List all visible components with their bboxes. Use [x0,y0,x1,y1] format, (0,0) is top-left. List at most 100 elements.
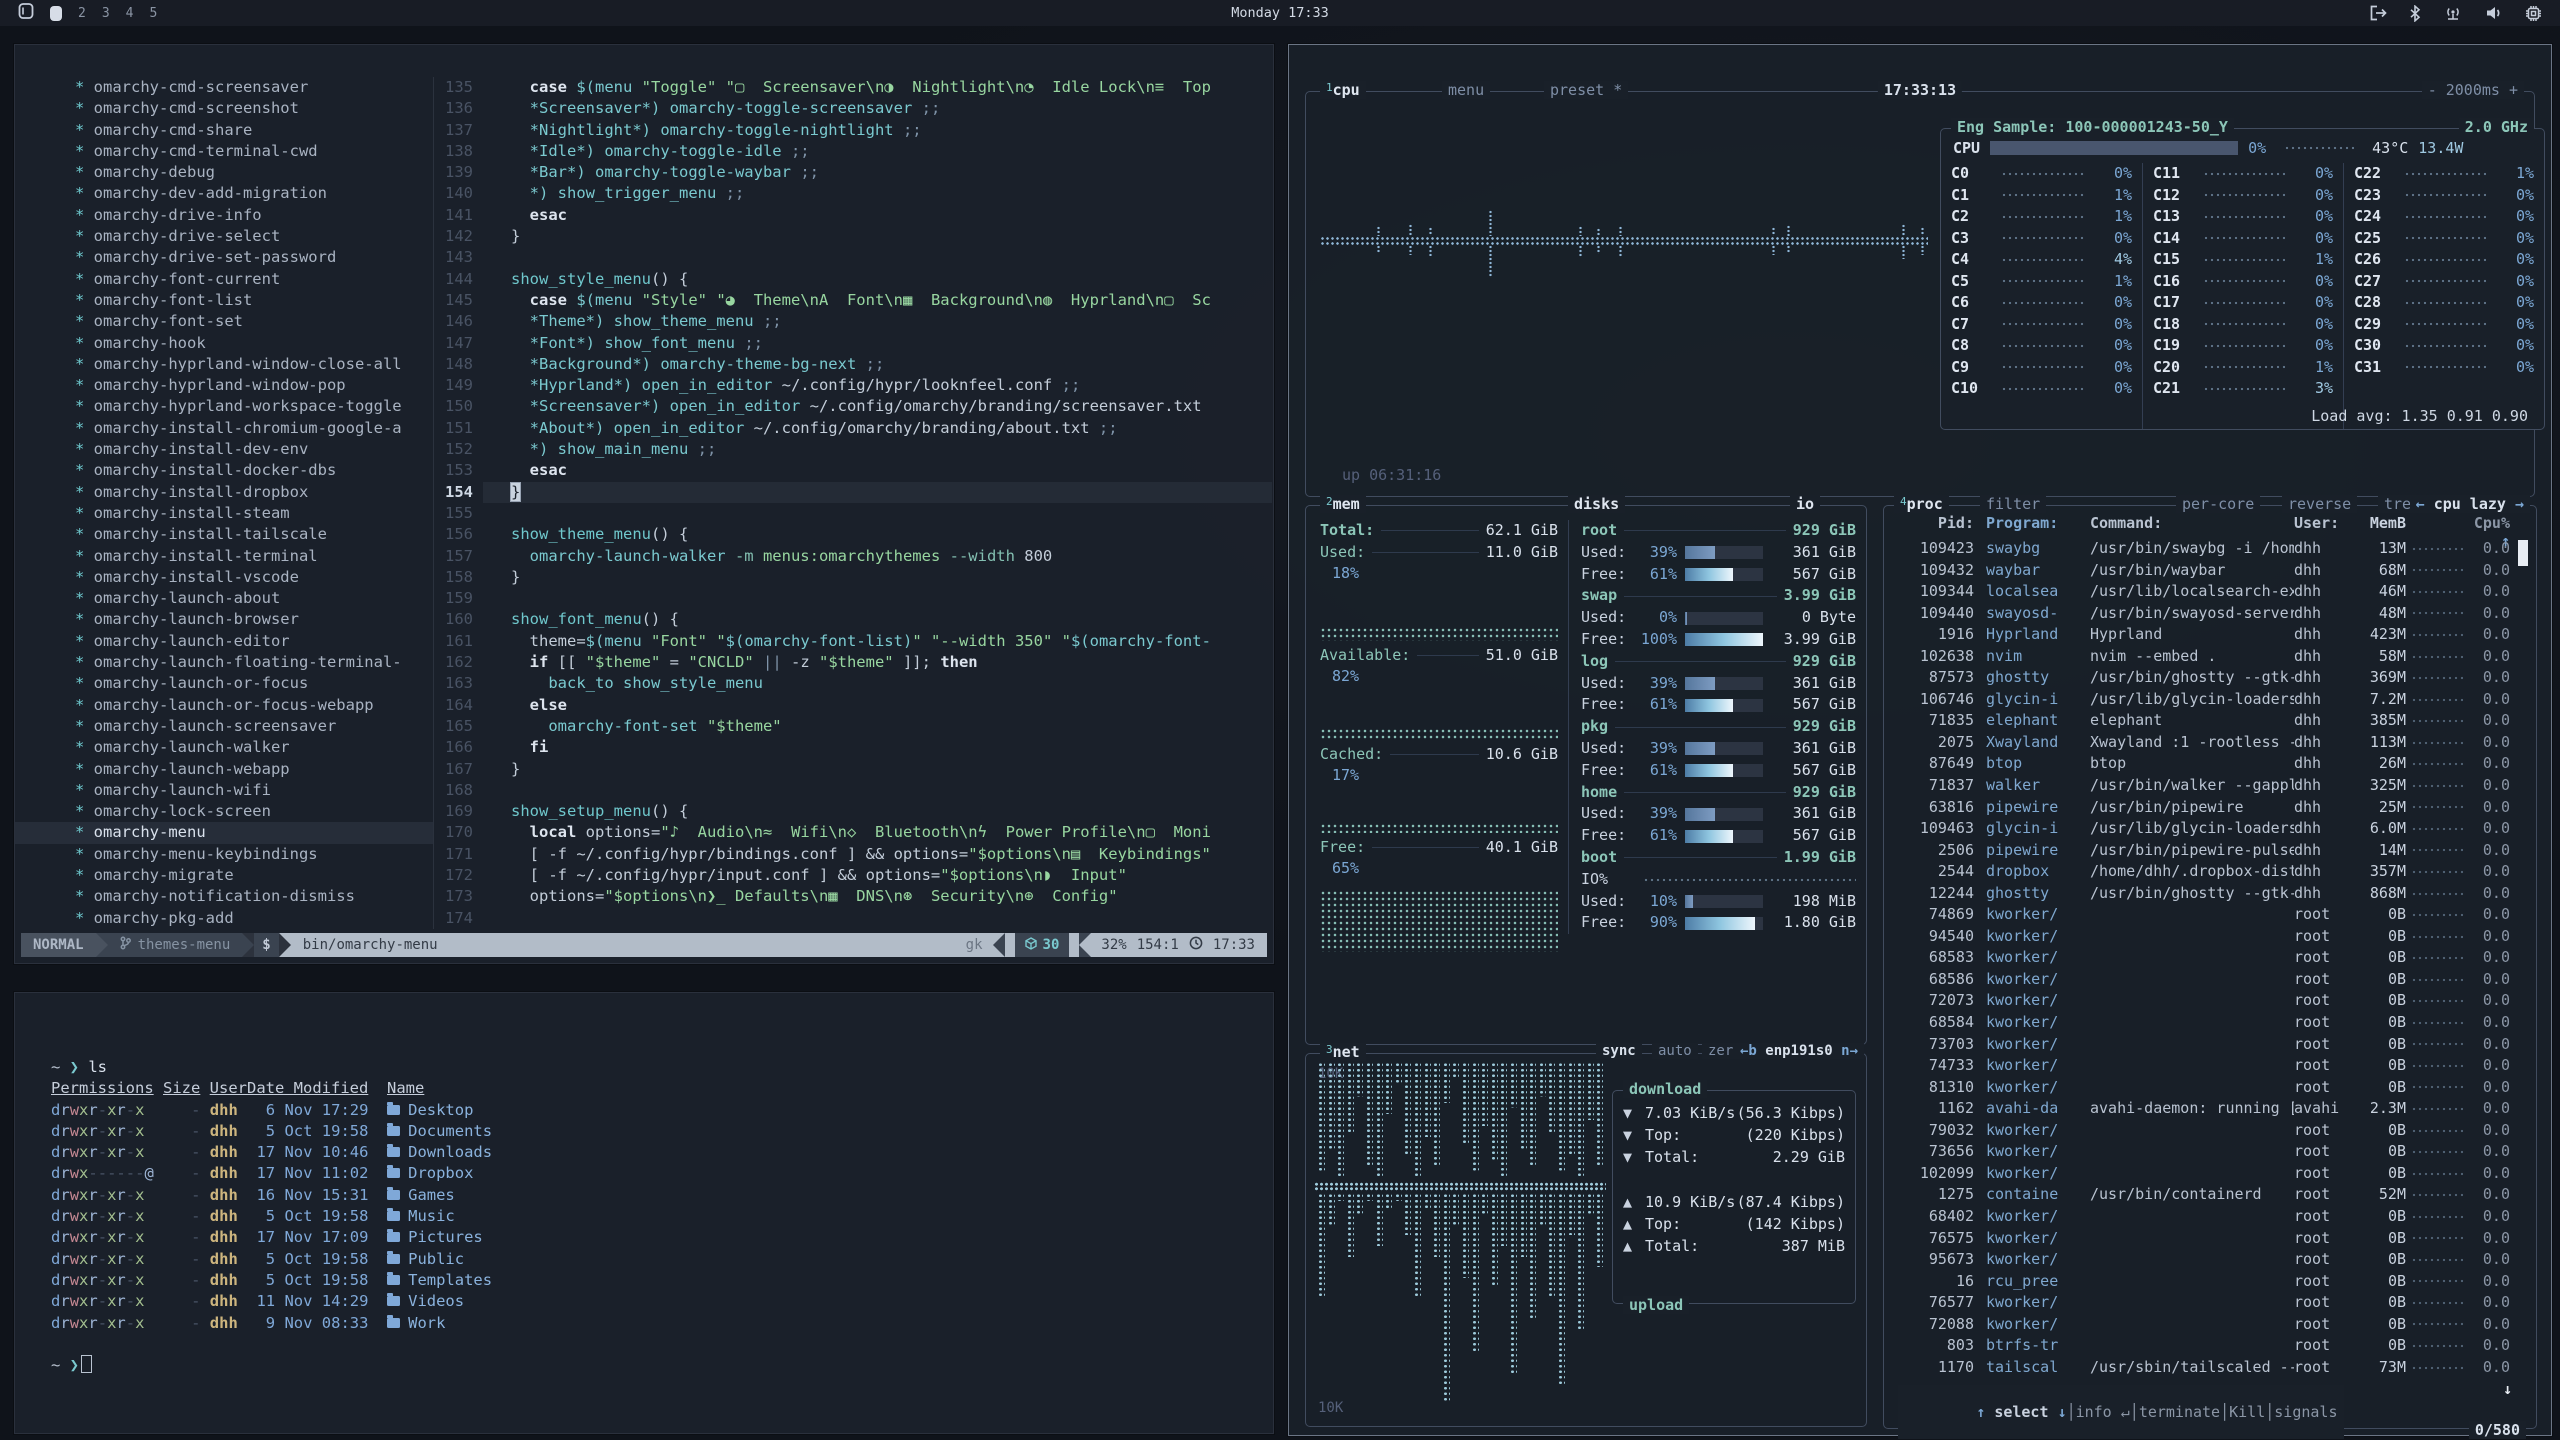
file-item[interactable]: * omarchy-launch-webapp [15,759,433,780]
workspace-button-4[interactable]: 4 [126,6,134,21]
file-item[interactable]: * omarchy-install-tailscale [15,524,433,545]
file-item[interactable]: * omarchy-dev-add-migration [15,183,433,204]
proc-terminate-button[interactable]: terminate [2139,1403,2220,1421]
update-interval-control[interactable]: - 2000ms + [2422,81,2524,99]
tab-cpu[interactable]: 1cpu [1320,81,1366,99]
tab-io[interactable]: io [1790,495,1820,513]
process-row[interactable]: 81310kworker/root0B0.0 [1894,1077,2510,1099]
bluetooth-icon[interactable] [2409,5,2421,22]
file-item[interactable]: * omarchy-install-steam [15,503,433,524]
proc-sort-selector[interactable]: ← cpu lazy → [2410,495,2530,513]
process-row[interactable]: 95673kworker/root0B0.0 [1894,1249,2510,1271]
proc-kill-button[interactable]: Kill [2229,1403,2265,1421]
process-row[interactable]: 109440swayosd-/usr/bin/swayosd-serverdhh… [1894,603,2510,625]
file-item[interactable]: * omarchy-install-docker-dbs [15,460,433,481]
volume-icon[interactable] [2485,5,2503,21]
process-row[interactable]: 73656kworker/root0B0.0 [1894,1141,2510,1163]
process-row[interactable]: 63816pipewire/usr/bin/pipewiredhh25M0.0 [1894,797,2510,819]
process-row[interactable]: 76577kworker/root0B0.0 [1894,1292,2510,1314]
file-item[interactable]: * omarchy-font-set [15,311,433,332]
tab-mem[interactable]: 2mem [1320,495,1366,513]
file-item[interactable]: * omarchy-cmd-terminal-cwd [15,141,433,162]
process-row[interactable]: 2544dropbox/home/dhh/.dropbox-distdhh357… [1894,861,2510,883]
process-row[interactable]: 87649btopbtopdhh26M0.0 [1894,753,2510,775]
file-item[interactable]: * omarchy-cmd-share [15,120,433,141]
file-item[interactable]: * omarchy-launch-or-focus [15,673,433,694]
file-item[interactable]: * omarchy-install-chromium-google-a [15,418,433,439]
process-row[interactable]: 87573ghostty/usr/bin/ghostty --gtk-dhh36… [1894,667,2510,689]
process-row[interactable]: 68402kworker/root0B0.0 [1894,1206,2510,1228]
process-row[interactable]: 71837walker/usr/bin/walker --gappldhh325… [1894,775,2510,797]
process-row[interactable]: 79032kworker/root0B0.0 [1894,1120,2510,1142]
file-item[interactable]: * omarchy-font-current [15,269,433,290]
process-row[interactable]: 2506pipewire/usr/bin/pipewire-pulsedhh14… [1894,840,2510,862]
file-item[interactable]: * omarchy-cmd-screensaver [15,77,433,98]
file-item[interactable]: * omarchy-launch-or-focus-webapp [15,695,433,716]
process-scrollbar[interactable] [2518,540,2528,1398]
process-row[interactable]: 74733kworker/root0B0.0 [1894,1055,2510,1077]
workspace-button-3[interactable]: 3 [102,6,110,21]
process-row[interactable]: 109432waybar/usr/bin/waybardhh68M0.0 [1894,560,2510,582]
file-item[interactable]: * omarchy-drive-info [15,205,433,226]
process-row[interactable]: 803btrfs-trroot0B0.0 [1894,1335,2510,1357]
file-item[interactable]: * omarchy-launch-screensaver [15,716,433,737]
file-item[interactable]: * omarchy-drive-select [15,226,433,247]
tab-net[interactable]: 3net [1320,1043,1366,1061]
file-item[interactable]: * omarchy-launch-walker [15,737,433,758]
file-item[interactable]: * omarchy-menu-keybindings [15,844,433,865]
process-row[interactable]: 102099kworker/root0B0.0 [1894,1163,2510,1185]
file-item[interactable]: * omarchy-launch-browser [15,609,433,630]
process-row[interactable]: 72088kworker/root0B0.0 [1894,1314,2510,1336]
file-item[interactable]: * omarchy-pkg-add [15,908,433,929]
tab-proc[interactable]: 4proc [1894,495,1949,513]
process-row[interactable]: 12244ghostty/usr/bin/ghostty --gtk-dhh86… [1894,883,2510,905]
net-auto-toggle[interactable]: auto [1652,1043,1698,1059]
process-row[interactable]: 76575kworker/root0B0.0 [1894,1228,2510,1250]
net-interface-switcher[interactable]: ←b enp191s0 n→ [1734,1043,1864,1059]
proc-info-button[interactable]: info [2076,1403,2112,1421]
file-item[interactable]: * omarchy-launch-floating-terminal- [15,652,433,673]
process-row[interactable]: 72073kworker/root0B0.0 [1894,990,2510,1012]
process-row[interactable]: 68583kworker/root0B0.0 [1894,947,2510,969]
file-item[interactable]: * omarchy-install-vscode [15,567,433,588]
file-item[interactable]: * omarchy-install-dropbox [15,482,433,503]
process-row[interactable]: 109423swaybg/usr/bin/swaybg -i /homdhh13… [1894,538,2510,560]
file-item[interactable]: * omarchy-lock-screen [15,801,433,822]
tab-disks[interactable]: disks [1568,495,1625,513]
workspace-button-2[interactable]: 2 [78,6,86,21]
process-row[interactable]: 74869kworker/root0B0.0 [1894,904,2510,926]
process-row[interactable]: 94540kworker/root0B0.0 [1894,926,2510,948]
process-row[interactable]: 109344localsea/usr/lib/localsearch-exdhh… [1894,581,2510,603]
terminal-window[interactable]: ~ ❯ lsPermissions Size UserDate Modified… [14,992,1274,1434]
network-icon[interactable] [2443,5,2463,21]
file-item[interactable]: * omarchy-hyprland-window-close-all [15,354,433,375]
process-row[interactable]: 68584kworker/root0B0.0 [1894,1012,2510,1034]
process-row[interactable]: 1170tailscal/usr/sbin/tailscaled --root7… [1894,1357,2510,1379]
file-item[interactable]: * omarchy-hyprland-window-pop [15,375,433,396]
process-row[interactable]: 68586kworker/root0B0.0 [1894,969,2510,991]
proc-reverse-toggle[interactable]: reverse [2282,495,2357,513]
process-row[interactable]: 16rcu_preeroot0B0.0 [1894,1271,2510,1293]
btop-menu-button[interactable]: menu [1442,81,1490,99]
file-item[interactable]: * omarchy-hook [15,333,433,354]
process-row[interactable]: 73703kworker/root0B0.0 [1894,1034,2510,1056]
file-item[interactable]: * omarchy-debug [15,162,433,183]
file-item[interactable]: * omarchy-launch-wifi [15,780,433,801]
proc-signals-button[interactable]: signals [2274,1403,2337,1421]
workspace-2-active-icon[interactable] [50,6,62,21]
file-item[interactable]: * omarchy-font-list [15,290,433,311]
logout-icon[interactable] [2369,5,2387,21]
file-item[interactable]: * omarchy-install-terminal [15,546,433,567]
file-item[interactable]: * omarchy-migrate [15,865,433,886]
process-row[interactable]: 102638nvimnvim --embed .dhh58M0.0 [1894,646,2510,668]
active-prompt-line[interactable]: ~ ❯ [51,1355,1253,1376]
file-item[interactable]: * omarchy-launch-about [15,588,433,609]
file-item[interactable]: * omarchy-cmd-screenshot [15,98,433,119]
process-row[interactable]: 1916HyprlandHyprlanddhh423M0.0 [1894,624,2510,646]
process-row[interactable]: 1162avahi-daavahi-daemon: running [avahi… [1894,1098,2510,1120]
file-item[interactable]: * omarchy-menu [15,822,433,843]
net-sync-toggle[interactable]: sync [1596,1043,1642,1059]
file-item[interactable]: * omarchy-launch-editor [15,631,433,652]
btop-preset-button[interactable]: preset * [1544,81,1628,99]
process-row[interactable]: 109463glycin-i/usr/lib/glycin-loadersdhh… [1894,818,2510,840]
